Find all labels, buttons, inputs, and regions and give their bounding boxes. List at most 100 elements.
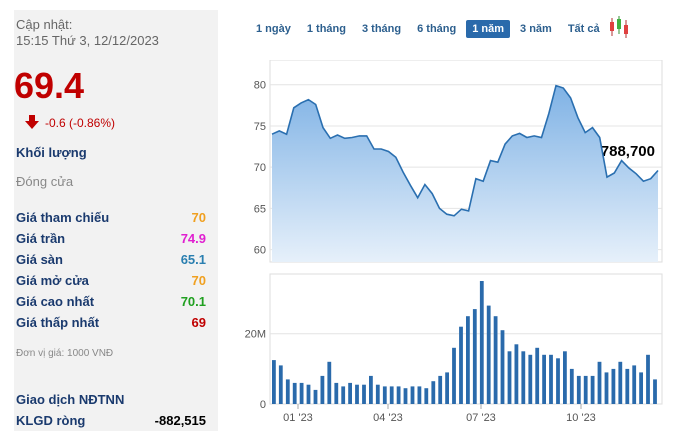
price-tick-label: 80 <box>254 80 266 92</box>
volume-bar <box>348 382 352 404</box>
stat-value: 70 <box>191 210 206 225</box>
candlestick-toggle-icon[interactable] <box>608 16 632 38</box>
price-volume-chart: 80 75 70 65 60 20M 0 01 '23 04 '23 07 '23 10 '23 <box>245 60 663 424</box>
x-tick-label: 04 '23 <box>373 412 403 424</box>
volume-bar <box>507 351 512 404</box>
volume-bar <box>632 365 637 404</box>
stat-row: Giá cao nhất 70.1 <box>16 294 206 315</box>
tab-1-day[interactable]: 1 ngày <box>250 20 297 38</box>
current-price: 69.4 <box>14 65 85 106</box>
x-tick-label: 01 '23 <box>283 412 313 424</box>
stat-row: Giá thấp nhất 69 <box>16 315 206 336</box>
stat-label: Giá mở cửa <box>16 273 89 288</box>
volume-bar <box>590 375 595 404</box>
volume-bar <box>369 375 373 404</box>
tab-all[interactable]: Tất cả <box>562 20 606 38</box>
foreign-net-label: KLGD ròng <box>16 413 86 428</box>
price-change-value: -0.6 (-0.86%) <box>45 116 116 130</box>
price-change: -0.6 (-0.86%) <box>25 115 115 131</box>
foreign-trade-title: Giao dịch NĐTNN <box>16 392 125 407</box>
tab-3-months[interactable]: 3 tháng <box>356 20 407 38</box>
volume-bar <box>424 388 429 404</box>
stat-row: Giá mở cửa 70 <box>16 273 206 294</box>
volume-bar <box>618 361 623 404</box>
volume-bar <box>500 330 505 404</box>
volume-bar <box>528 354 533 404</box>
volume-tick-label: 0 <box>260 399 266 411</box>
tab-1-year[interactable]: 1 năm <box>466 20 511 38</box>
volume-bar <box>306 384 311 404</box>
stat-label: Giá thấp nhất <box>16 315 100 330</box>
volume-bar <box>334 382 339 404</box>
update-label: Cập nhật: <box>16 17 73 32</box>
volume-bar <box>375 384 380 404</box>
volume-bar <box>417 386 422 404</box>
volume-bar <box>646 354 650 404</box>
volume-bar <box>403 388 408 404</box>
volume-bar <box>576 375 581 404</box>
volume-bar <box>299 382 304 404</box>
price-tick-label: 75 <box>254 121 266 133</box>
tab-3-years[interactable]: 3 năm <box>514 20 558 38</box>
volume-bar <box>569 368 574 404</box>
volume-bar <box>396 386 401 404</box>
volume-bar <box>292 382 297 404</box>
stat-value: 65.1 <box>180 252 206 267</box>
arrow-down-icon <box>25 115 39 131</box>
volume-bar <box>556 358 560 404</box>
volume-bar <box>563 351 567 404</box>
volume-bar <box>486 305 491 404</box>
volume-bar <box>472 309 477 404</box>
volume-bar <box>431 381 436 404</box>
volume-bar <box>549 354 553 404</box>
price-area <box>272 85 658 262</box>
volume-bar <box>514 344 519 404</box>
volume-bar <box>479 281 484 404</box>
update-info: Cập nhật: 15:15 Thứ 3, 12/12/2023 <box>16 17 159 49</box>
x-tick-label: 10 '23 <box>566 412 596 424</box>
volume-bar <box>278 365 283 404</box>
stat-label: Giá sàn <box>16 252 63 267</box>
stat-value: 69 <box>191 315 206 330</box>
volume-bar <box>341 386 346 404</box>
volume-bar <box>362 384 366 404</box>
stat-value: 74.9 <box>180 231 206 246</box>
volume-bar <box>438 375 443 404</box>
close-label: Đóng cửa <box>16 174 74 189</box>
volume-bar <box>542 354 546 404</box>
tab-1-month[interactable]: 1 tháng <box>301 20 352 38</box>
stat-value: 70.1 <box>180 294 206 309</box>
volume-bar <box>272 360 276 404</box>
tab-6-months[interactable]: 6 tháng <box>411 20 462 38</box>
stat-row: Giá tham chiếu 70 <box>16 210 206 231</box>
foreign-net-value: -882,515 <box>154 413 206 428</box>
x-tick-label: 07 '23 <box>466 412 496 424</box>
volume-bar <box>459 326 463 404</box>
price-stats: Giá tham chiếu 70 Giá trần 74.9 Giá sàn 65.… <box>16 210 206 336</box>
volume-bar <box>611 368 616 404</box>
volume-bar <box>521 351 526 404</box>
stat-row: Giá sàn 65.1 <box>16 252 206 273</box>
volume-bar <box>466 316 470 404</box>
volume-tick-label: 20M <box>245 329 266 341</box>
volume-bar <box>597 361 602 404</box>
stat-label: Giá trần <box>16 231 66 246</box>
price-tick-label: 65 <box>254 203 266 215</box>
stat-label: Giá cao nhất <box>16 294 95 309</box>
volume-bar <box>355 384 359 404</box>
volume-bar <box>639 372 643 404</box>
stat-value: 70 <box>191 273 206 288</box>
volume-bar <box>313 389 318 404</box>
volume-bar <box>445 372 449 404</box>
volume-bar <box>327 361 332 404</box>
volume-bar <box>389 386 394 404</box>
foreign-net-row: KLGD ròng -882,515 <box>16 413 206 428</box>
volume-bar <box>604 372 609 404</box>
update-time: 15:15 Thứ 3, 12/12/2023 <box>16 33 159 48</box>
price-tick-label: 60 <box>254 245 266 257</box>
volume-label: Khối lượng <box>16 145 87 160</box>
volume-bar <box>382 386 387 404</box>
volume-bar <box>535 347 540 404</box>
unit-note: Đơn vị giá: 1000 VNĐ <box>16 348 114 359</box>
volume-bar <box>583 375 588 404</box>
